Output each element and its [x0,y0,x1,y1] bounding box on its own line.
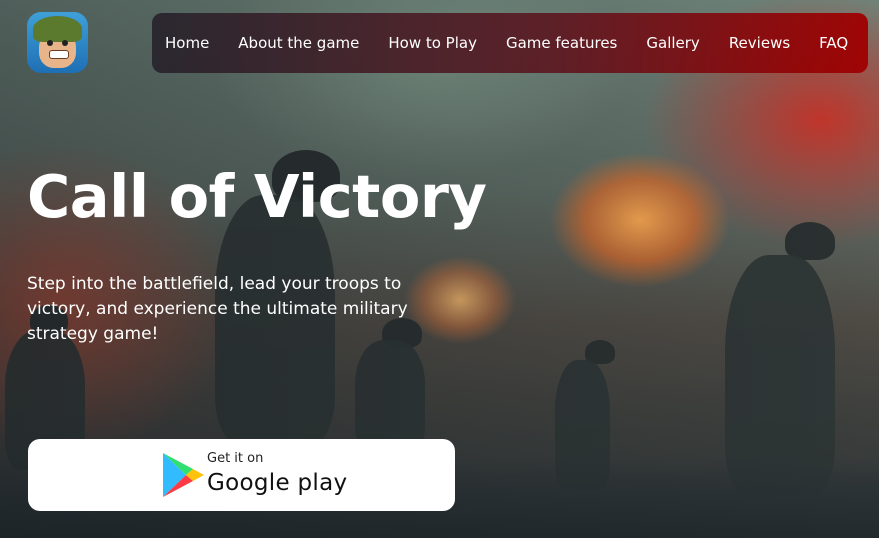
google-play-icon [163,453,204,497]
nav-item-about[interactable]: About the game [238,34,359,52]
hero-subtitle: Step into the battlefield, lead your tro… [27,274,408,344]
store-big-label: Google play [207,470,348,496]
nav-item-home[interactable]: Home [165,34,209,52]
game-logo[interactable] [27,12,88,73]
nav-item-reviews[interactable]: Reviews [729,34,790,52]
google-play-button[interactable]: Get it on Google play [28,439,455,511]
nav-item-how-to-play[interactable]: How to Play [388,34,477,52]
store-button-text: Get it on Google play [207,450,347,498]
store-small-label: Get it on [207,451,264,466]
nav-item-game-features[interactable]: Game features [506,34,617,52]
nav-item-gallery[interactable]: Gallery [646,34,699,52]
nav-item-faq[interactable]: FAQ [819,34,848,52]
hero-section: Home About the game How to Play Game fea… [0,0,879,538]
hero-title: Call of Victory [27,162,487,231]
main-nav: Home About the game How to Play Game fea… [152,13,868,73]
